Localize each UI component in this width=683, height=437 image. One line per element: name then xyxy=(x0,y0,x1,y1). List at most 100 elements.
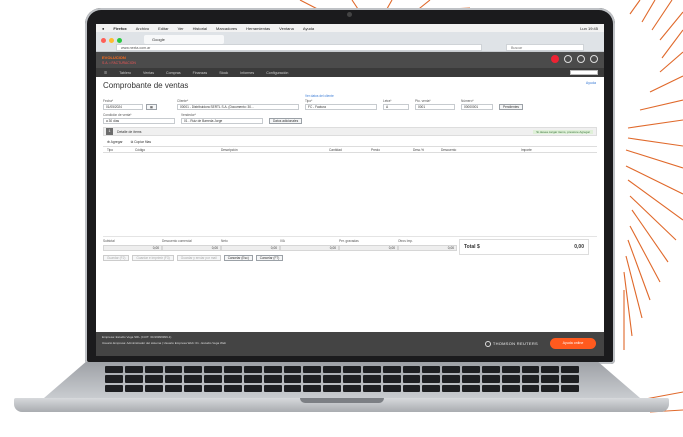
keyboard-key xyxy=(501,366,520,374)
keyboard-key xyxy=(283,375,302,383)
help-online-button[interactable]: Ayuda online xyxy=(550,338,596,349)
os-menu-historial[interactable]: Historial xyxy=(193,26,207,31)
agregar-label: Agregar xyxy=(110,140,123,144)
os-menu-ver[interactable]: Ver xyxy=(178,26,184,31)
column-header-6: Descuento xyxy=(441,147,457,152)
pto-venta-select[interactable]: 0001 xyxy=(415,104,456,110)
menu-icon[interactable]: ☰ xyxy=(104,71,107,75)
nav-item-5[interactable]: Informes xyxy=(240,71,254,75)
cliente-field: Cliente* 00001 - Distribuidora SERTL S.A… xyxy=(177,99,300,110)
keyboard-key xyxy=(303,375,322,383)
browser-search-input[interactable]: Buscar xyxy=(506,44,584,51)
column-header-3: Cantidad xyxy=(329,147,342,152)
nav-search-input[interactable] xyxy=(570,70,598,75)
keyboard-key xyxy=(263,384,282,392)
condicion-select[interactable]: a 30 días xyxy=(103,118,175,124)
laptop-notch xyxy=(300,398,384,403)
address-bar[interactable]: www.nexta.com.ar xyxy=(116,44,482,51)
nav-item-1[interactable]: Ventas xyxy=(143,71,154,75)
help-icon[interactable] xyxy=(564,55,572,63)
letra-label: Letra* xyxy=(383,99,392,103)
pto-venta-field: Pto. venta* 0001 xyxy=(415,99,456,110)
os-menu-firefox[interactable]: Firefox xyxy=(113,26,126,31)
total-field-label: Descuento comercial xyxy=(162,239,192,243)
maximize-window-button[interactable] xyxy=(117,38,122,43)
keyboard-key xyxy=(343,384,361,392)
tipo-select[interactable]: FC - Factura xyxy=(305,104,378,110)
vendedor-select[interactable]: 01 - Ruiz de Barreda Jorge xyxy=(181,118,263,124)
form-buttons: Guardar (F2) Guardar e imprimir (F3) Guard… xyxy=(103,255,597,261)
keyboard-key xyxy=(422,366,441,374)
total-field-value: 0,00 xyxy=(162,245,221,251)
keyboard-key xyxy=(481,375,500,383)
keyboard-key xyxy=(105,375,123,383)
nav-item-3[interactable]: Finanzas xyxy=(193,71,208,75)
os-menu-marcadores[interactable]: Marcadores xyxy=(216,26,237,31)
form-button-2[interactable]: Guardar y enviar por mail xyxy=(176,255,221,261)
keyboard-key xyxy=(462,375,480,383)
browser-tab[interactable]: Google xyxy=(144,35,224,44)
menubar-clock: Lun 19:45 xyxy=(580,25,598,31)
keyboard-key xyxy=(224,375,242,383)
calendar-icon[interactable]: ▦ xyxy=(146,104,158,110)
section-label: Detalle de ítems xyxy=(117,129,142,134)
keyboard-key xyxy=(144,384,163,392)
vendedor-label: Vendedor* xyxy=(181,113,196,117)
ver-datos-link[interactable]: Ver datos del cliente xyxy=(305,94,377,98)
keyboard-key xyxy=(561,375,579,383)
nav-item-4[interactable]: Stock xyxy=(219,71,228,75)
keyboard-key xyxy=(462,366,480,374)
keyboard-key xyxy=(521,366,540,374)
column-header-1: Código xyxy=(135,147,146,152)
main-content: Comprobante de ventas Ayuda Fecha* 01/05… xyxy=(96,77,604,264)
keyboard xyxy=(105,366,579,392)
nav-item-0[interactable]: Tablero xyxy=(119,71,131,75)
form-button-3[interactable]: Cancelar (Esc) xyxy=(223,255,253,261)
total-field-value: 0,00 xyxy=(339,245,398,251)
nav-item-6[interactable]: Configuración xyxy=(266,71,288,75)
keyboard-key xyxy=(105,384,123,392)
keyboard-key xyxy=(541,384,560,392)
keyboard-key xyxy=(382,384,401,392)
user-icon[interactable] xyxy=(577,55,585,63)
keyboard-key xyxy=(422,384,441,392)
pendientes-button[interactable]: Pendientes xyxy=(499,104,523,110)
total-field-5: Otros Imp. 0,00 xyxy=(398,239,457,251)
tipo-field: Ver datos del cliente Tipo* FC - Factura xyxy=(305,94,378,110)
pto-venta-label: Pto. venta* xyxy=(415,99,431,103)
keyboard-key xyxy=(362,366,381,374)
settings-icon[interactable] xyxy=(590,55,598,63)
total-field-value: 0,00 xyxy=(398,245,457,251)
os-menu-ayuda[interactable]: Ayuda xyxy=(303,26,314,31)
keyboard-key xyxy=(243,366,262,374)
minimize-window-button[interactable] xyxy=(109,38,114,43)
copiar-button[interactable]: ⧉ Copiar filas xyxy=(131,140,151,144)
os-menu-herramientas[interactable]: Herramientas xyxy=(246,26,270,31)
datos-adicionales-button[interactable]: Datos adicionales xyxy=(269,118,303,124)
os-menu-archivo[interactable]: Archivo xyxy=(136,26,149,31)
page-title: Comprobante de ventas xyxy=(103,81,189,90)
form-button-1[interactable]: Guardar e imprimir (F3) xyxy=(132,255,174,261)
os-menu-ventana[interactable]: Ventana xyxy=(279,26,294,31)
close-window-button[interactable] xyxy=(101,38,106,43)
total-field-1: Descuento comercial 0,00 xyxy=(162,239,221,251)
cliente-select[interactable]: 00001 - Distribuidora SERTL S.A. (Docume… xyxy=(177,104,300,110)
items-notice: Si desea cargar ítems, presione Agregar xyxy=(533,129,593,134)
form-button-4[interactable]: Cancelar (F7) xyxy=(255,255,284,261)
bell-icon[interactable] xyxy=(551,55,559,63)
numero-input[interactable]: 00000001 xyxy=(461,104,494,110)
letra-select[interactable]: A xyxy=(383,104,410,110)
form-button-0[interactable]: Guardar (F2) xyxy=(103,255,130,261)
total-field-label: Per. gravadas xyxy=(339,239,359,243)
keyboard-key xyxy=(561,384,579,392)
app-footer: Empresa: Estudio Vega SRL (CUIT: 30-9999… xyxy=(96,332,604,356)
agregar-button[interactable]: ⊕ Agregar xyxy=(107,140,123,144)
items-table-body[interactable] xyxy=(103,153,597,237)
os-menu-editar[interactable]: Editar xyxy=(158,26,168,31)
apple-icon[interactable]: ● xyxy=(102,26,104,31)
fecha-input[interactable]: 01/05/2024 xyxy=(103,104,143,110)
help-link[interactable]: Ayuda xyxy=(586,81,596,85)
nav-item-2[interactable]: Compras xyxy=(166,71,181,75)
cliente-label: Cliente* xyxy=(177,99,189,103)
keyboard-key xyxy=(462,384,480,392)
